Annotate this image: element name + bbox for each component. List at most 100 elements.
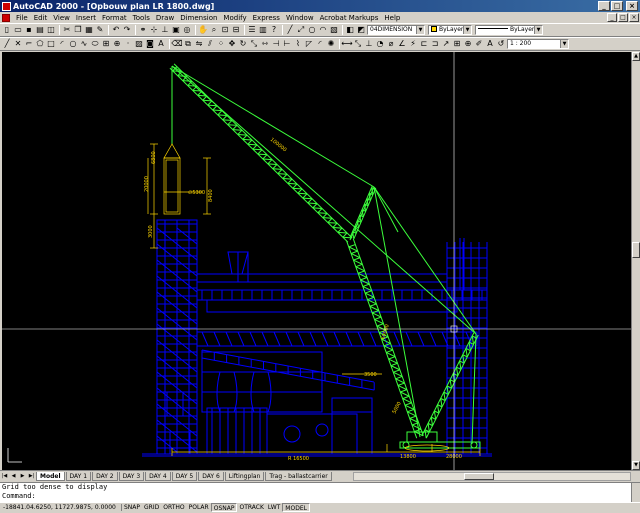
tab-trag-ballastcarrier[interactable]: Trag - ballastcarrier [265, 471, 332, 481]
last-tab-icon[interactable]: ▶| [27, 472, 36, 481]
scale-icon[interactable]: ⤡ [249, 39, 259, 49]
center-mark-icon[interactable]: ⊕ [463, 39, 473, 49]
ellipse-icon[interactable]: ⬭ [90, 39, 100, 49]
menu-edit[interactable]: Edit [31, 14, 51, 22]
horizontal-scrollbar[interactable] [352, 471, 631, 481]
line-draw-icon[interactable]: ╱ [2, 39, 12, 49]
radius-dimension-icon[interactable]: ◔ [375, 39, 385, 49]
document-icon[interactable] [2, 13, 10, 22]
snap-from-icon[interactable]: ⊹ [149, 25, 159, 35]
next-tab-icon[interactable]: ▶ [18, 472, 27, 481]
scroll-down-icon[interactable]: ▼ [632, 461, 640, 470]
extend-icon[interactable]: ⊢ [282, 39, 292, 49]
grid-toggle[interactable]: GRID [142, 503, 161, 512]
menu-acrobat-markups[interactable]: Acrobat Markups [317, 14, 382, 22]
color-combo[interactable]: ByLayer ▼ [428, 25, 472, 35]
stretch-icon[interactable]: ⇿ [260, 39, 270, 49]
hyperlink-icon[interactable]: ⚭ [138, 25, 148, 35]
erase-icon[interactable]: ⌫ [171, 39, 182, 49]
redo-icon[interactable]: ↷ [122, 25, 132, 35]
offset-icon[interactable]: ⫽ [205, 39, 215, 49]
move-icon[interactable]: ✥ [227, 39, 237, 49]
arc-icon[interactable]: ◠ [318, 25, 328, 35]
new-icon[interactable]: ▯ [2, 25, 12, 35]
ortho-toggle[interactable]: ORTHO [161, 503, 186, 512]
construction-line-icon[interactable]: ✕ [13, 39, 23, 49]
command-prompt[interactable]: Command: [2, 492, 640, 501]
command-scrollbar[interactable] [631, 483, 640, 503]
continue-dimension-icon[interactable]: ⊐ [430, 39, 440, 49]
command-window[interactable]: Grid too dense to display Command: [0, 482, 640, 503]
menu-window[interactable]: Window [283, 14, 317, 22]
lwt-toggle[interactable]: LWT [266, 503, 282, 512]
menu-view[interactable]: View [50, 14, 73, 22]
hatch-icon[interactable]: ▧ [329, 25, 339, 35]
angular-dimension-icon[interactable]: ∠ [397, 39, 407, 49]
zoom-previous-icon[interactable]: ⊟ [231, 25, 241, 35]
tab-day-5[interactable]: DAY 5 [171, 471, 198, 481]
arc-draw-icon[interactable]: ◜ [57, 39, 67, 49]
break-icon[interactable]: ⌇ [293, 39, 303, 49]
maximize-button[interactable]: □ [611, 1, 623, 11]
tab-day-1[interactable]: DAY 1 [65, 471, 92, 481]
preview-icon[interactable]: ◫ [46, 25, 56, 35]
region-icon[interactable]: ◙ [145, 39, 155, 49]
polyline-icon[interactable]: ⌐ [24, 39, 34, 49]
linear-dimension-icon[interactable]: ⟷ [341, 39, 352, 49]
menu-format[interactable]: Format [99, 14, 130, 22]
layer-combo[interactable]: 04DIMENSION ▼ [367, 25, 425, 35]
spline-icon[interactable]: ∿ [79, 39, 89, 49]
paste-icon[interactable]: ▦ [84, 25, 94, 35]
linetype-combo[interactable]: ByLayer ▼ [475, 25, 543, 35]
insert-block-icon[interactable]: ⊞ [101, 39, 111, 49]
menu-draw[interactable]: Draw [153, 14, 177, 22]
first-tab-icon[interactable]: |◀ [0, 472, 9, 481]
copy-object-icon[interactable]: ⧉ [183, 39, 193, 49]
print-icon[interactable]: ▤ [35, 25, 45, 35]
hatch-draw-icon[interactable]: ▨ [134, 39, 144, 49]
fillet-icon[interactable]: ◜ [315, 39, 325, 49]
doc-restore-button[interactable]: □ [618, 13, 628, 22]
xline-icon[interactable]: ⤢ [296, 25, 306, 35]
make-block-icon[interactable]: ⊕ [112, 39, 122, 49]
polygon-icon[interactable]: ⬠ [35, 39, 45, 49]
point-icon[interactable]: · [123, 39, 133, 49]
menu-insert[interactable]: Insert [73, 14, 99, 22]
close-button[interactable]: × [626, 1, 638, 11]
tab-day-2[interactable]: DAY 2 [92, 471, 118, 481]
mtext-icon[interactable]: A [156, 39, 166, 49]
chevron-down-icon[interactable]: ▼ [560, 40, 568, 48]
chevron-down-icon[interactable]: ▼ [463, 26, 471, 34]
vertical-scrollbar[interactable]: ▲ ▼ [631, 52, 640, 470]
leader-icon[interactable]: ↗ [441, 39, 451, 49]
dimension-text-edit-icon[interactable]: A [485, 39, 495, 49]
menu-dimension[interactable]: Dimension [177, 14, 220, 22]
circle-draw-icon[interactable]: ○ [68, 39, 78, 49]
rectangle-icon[interactable]: □ [46, 39, 56, 49]
pan-icon[interactable]: ✋ [198, 25, 208, 35]
menu-file[interactable]: File [13, 14, 31, 22]
menu-help[interactable]: Help [381, 14, 403, 22]
undo-icon[interactable]: ↶ [111, 25, 121, 35]
layers-icon[interactable]: ◧ [345, 25, 355, 35]
array-icon[interactable]: ⁘ [216, 39, 226, 49]
model-toggle[interactable]: MODEL [282, 503, 310, 512]
tab-model[interactable]: Model [36, 471, 65, 481]
design-center-icon[interactable]: ▥ [258, 25, 268, 35]
zoom-realtime-icon[interactable]: ⌕ [209, 25, 219, 35]
menu-express[interactable]: Express [250, 14, 283, 22]
line-icon[interactable]: ╱ [285, 25, 295, 35]
ordinate-dimension-icon[interactable]: ⊥ [364, 39, 374, 49]
aligned-dimension-icon[interactable]: ⤡ [353, 39, 363, 49]
menu-modify[interactable]: Modify [220, 14, 249, 22]
dimension-edit-icon[interactable]: ✐ [474, 39, 484, 49]
chamfer-icon[interactable]: ◸ [304, 39, 314, 49]
3d-orbit-icon[interactable]: ◎ [182, 25, 192, 35]
help-icon[interactable]: ? [269, 25, 279, 35]
horizontal-scroll-thumb[interactable] [464, 472, 495, 480]
otrack-toggle[interactable]: OTRACK [237, 503, 265, 512]
polar-toggle[interactable]: POLAR [187, 503, 211, 512]
chevron-down-icon[interactable]: ▼ [534, 26, 542, 34]
drawing-canvas[interactable]: 100000 60000 20000 6800 ∅5300 3000 8400 … [2, 52, 631, 470]
mirror-icon[interactable]: ⇋ [194, 39, 204, 49]
